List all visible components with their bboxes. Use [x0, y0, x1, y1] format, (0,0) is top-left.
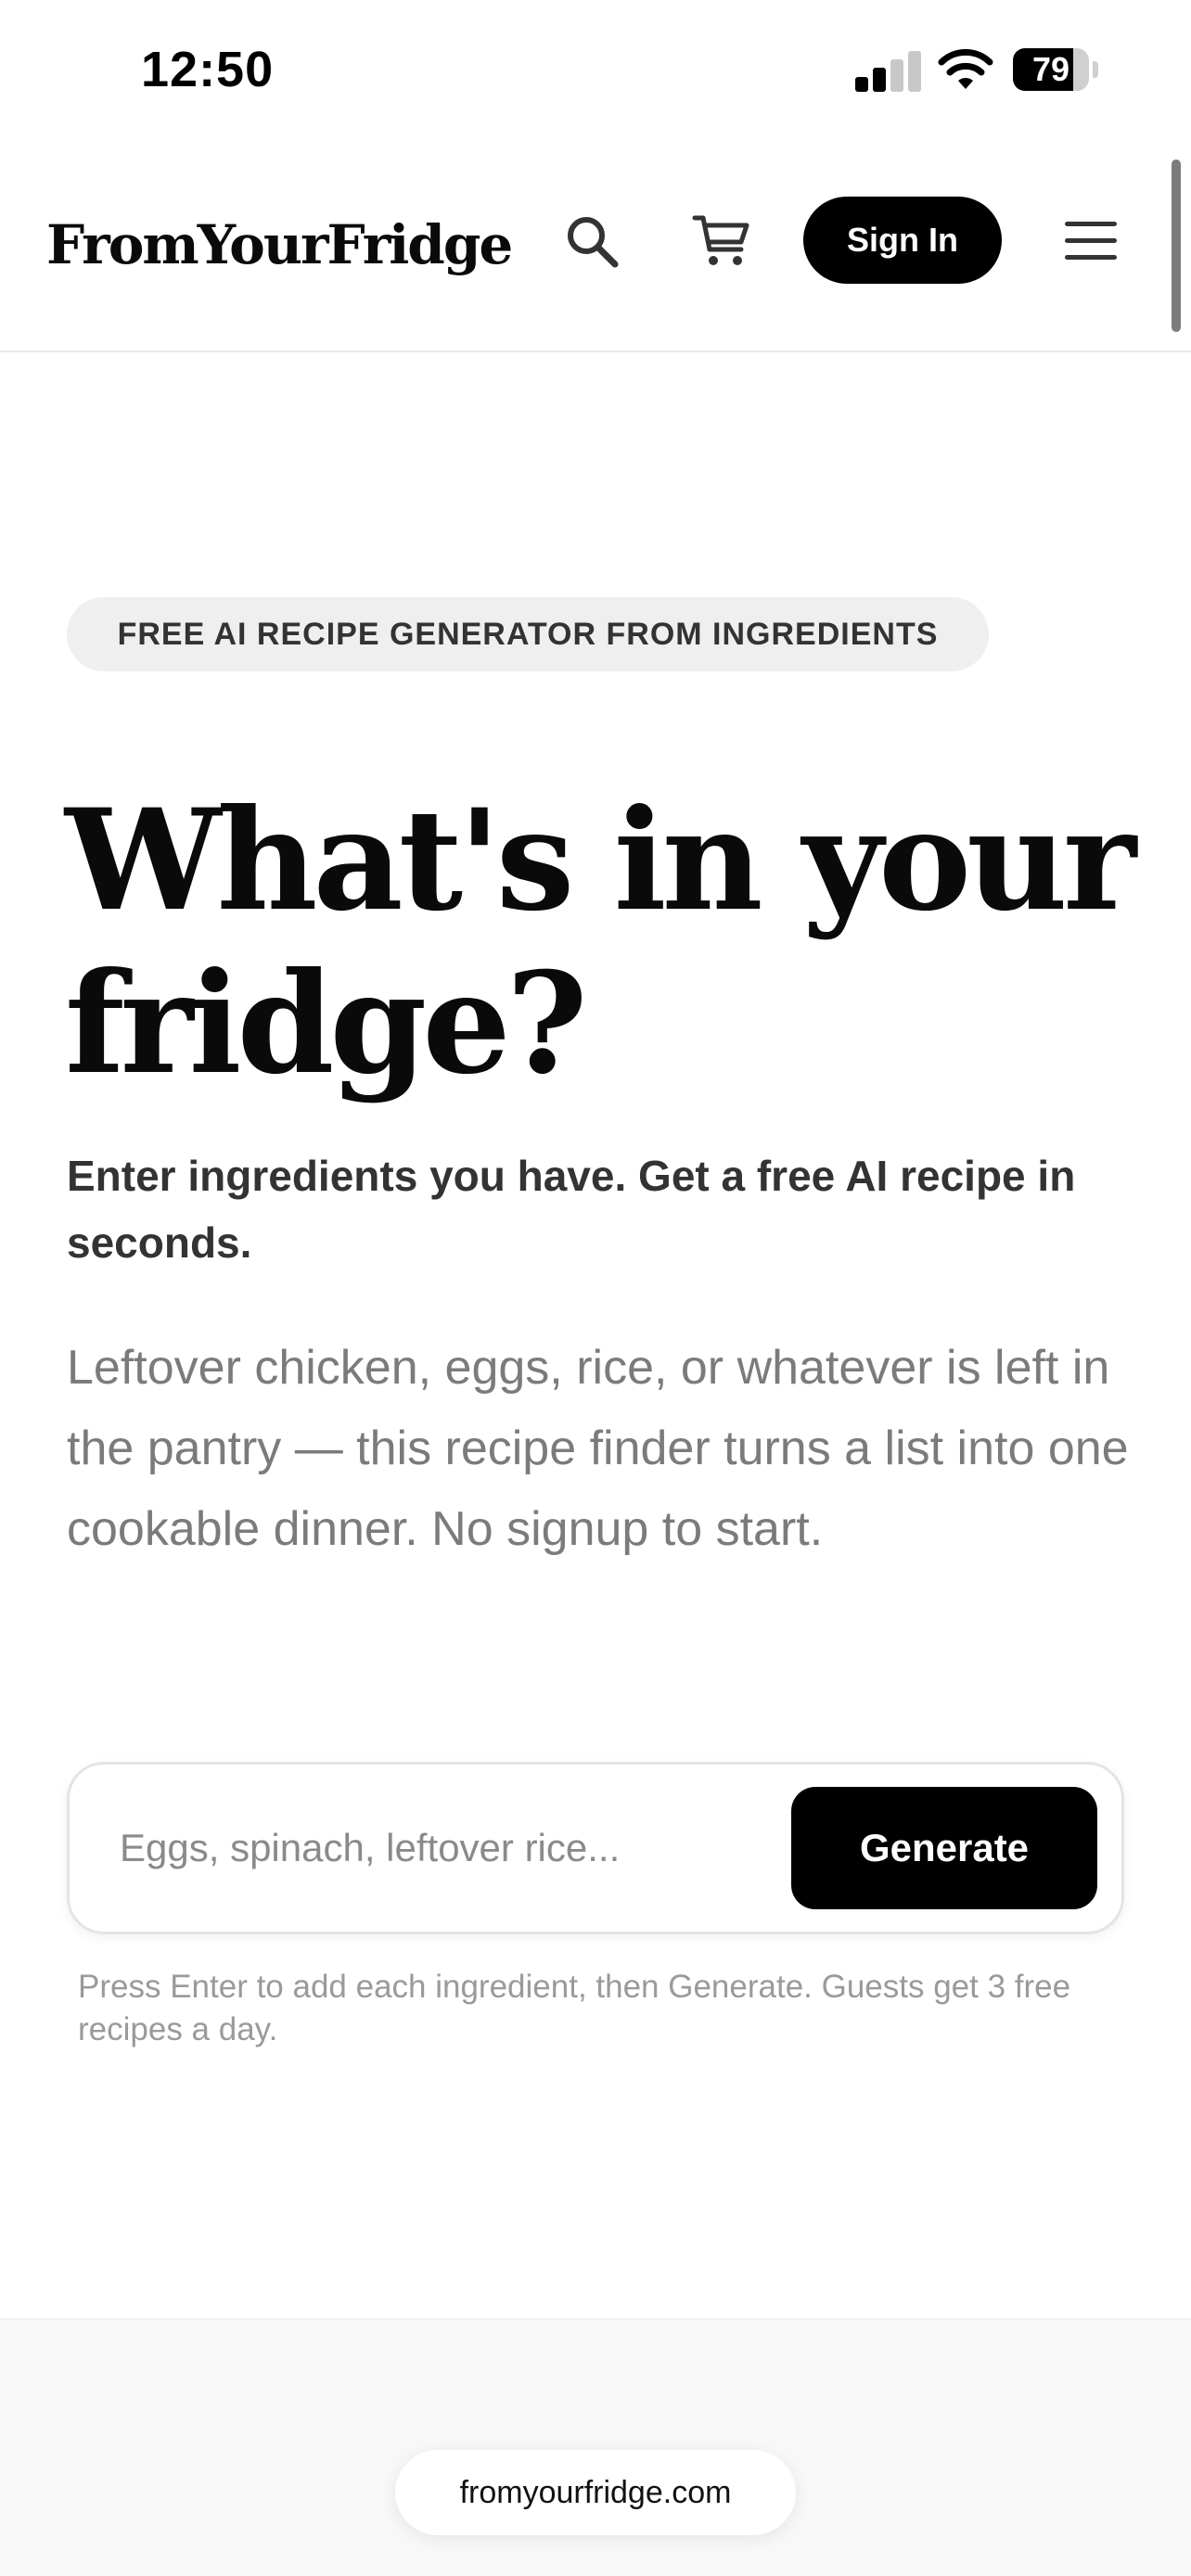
generate-button[interactable]: Generate	[791, 1787, 1097, 1909]
next-section-band	[0, 2318, 1191, 2576]
cart-icon	[692, 215, 749, 265]
battery-icon: 79	[1013, 48, 1089, 91]
status-bar: 12:50 79	[0, 0, 1191, 139]
browser-url-bar[interactable]: fromyourfridge.com	[395, 2450, 796, 2535]
cart-button[interactable]	[683, 202, 761, 280]
search-icon	[568, 217, 619, 268]
site-header: FromYourFridge Sign In	[0, 148, 1191, 352]
sign-in-button[interactable]: Sign In	[803, 197, 1002, 284]
hero-title-line-1: What's in your	[65, 779, 1136, 942]
hamburger-menu-icon	[1065, 222, 1117, 260]
ingredient-form: Generate	[67, 1762, 1124, 1934]
battery-cap	[1093, 61, 1098, 78]
hero-title-line-2: fridge?	[65, 942, 588, 1105]
menu-button[interactable]	[1052, 202, 1130, 280]
status-time: 12:50	[141, 42, 275, 97]
search-button[interactable]	[553, 202, 631, 280]
hero-description: Leftover chicken, eggs, rice, or whateve…	[67, 1341, 1129, 1556]
form-hint: Press Enter to add each ingredient, then…	[78, 1969, 1071, 2047]
scrollbar[interactable]	[1172, 159, 1181, 332]
hero-subtitle: Enter ingredients you have. Get a free A…	[67, 1152, 1076, 1267]
hero-title: What's in your fridge?	[65, 779, 1141, 1105]
site-logo[interactable]: FromYourFridge	[46, 213, 513, 276]
page: 12:50 79 FromYourFridge Sign In FREE AI …	[0, 0, 1191, 2576]
ingredient-input[interactable]	[120, 1802, 788, 1894]
battery-percent: 79	[1031, 50, 1070, 88]
cellular-signal-icon	[855, 51, 921, 92]
wifi-icon	[938, 48, 993, 89]
hero-badge: FREE AI RECIPE GENERATOR FROM INGREDIENT…	[67, 597, 989, 671]
